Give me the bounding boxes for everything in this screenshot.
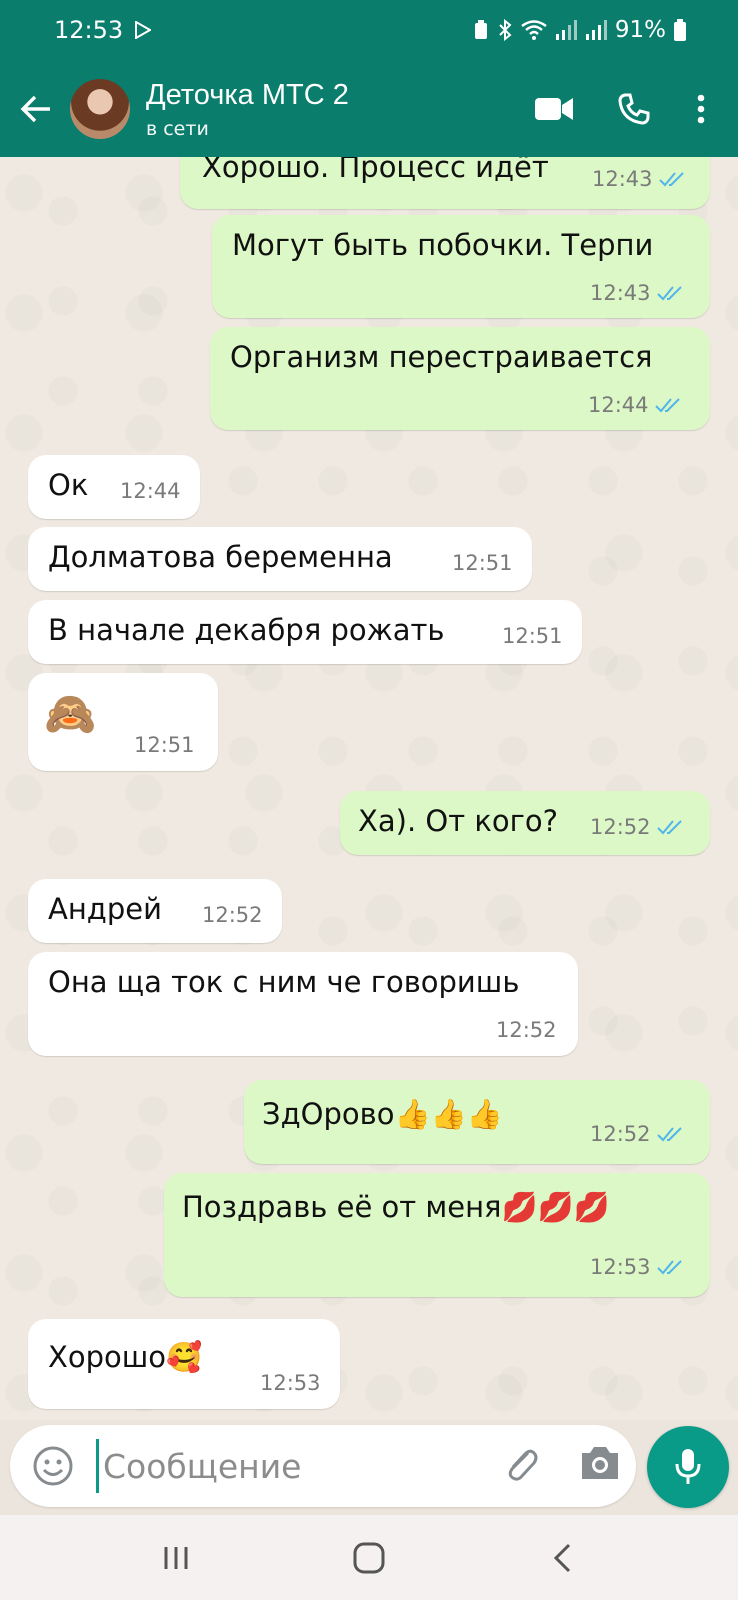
- camera-icon: [582, 1447, 618, 1479]
- phone-icon: [618, 93, 650, 125]
- recent-apps-icon: [164, 1546, 188, 1569]
- camera-button[interactable]: [578, 1443, 624, 1489]
- paperclip-icon: [508, 1449, 538, 1481]
- menu-button[interactable]: [686, 81, 716, 137]
- message-bubble-outgoing[interactable]: ЗдОрово👍👍👍 12:52: [244, 1080, 710, 1164]
- double-check-icon: [658, 170, 689, 188]
- message-bubble-incoming[interactable]: 🙈 12:51: [28, 673, 218, 771]
- more-vertical-icon: [697, 94, 705, 123]
- message-text: Ха). От кого?: [358, 804, 558, 838]
- message-time: 12:44: [588, 393, 685, 417]
- back-nav-button[interactable]: [532, 1528, 592, 1588]
- home-button[interactable]: [339, 1528, 399, 1588]
- double-check-icon: [656, 1125, 687, 1143]
- message-text: Хорошо🥰: [48, 1340, 203, 1374]
- wifi-icon: [521, 20, 547, 40]
- message-text: Она ща ток с ним че говоришь: [48, 965, 520, 999]
- message-input[interactable]: [96, 1439, 476, 1493]
- back-button[interactable]: [6, 79, 66, 139]
- message-bubble-incoming[interactable]: Долматова беременна 12:51: [28, 527, 532, 591]
- double-check-icon: [656, 818, 687, 836]
- message-bubble-outgoing[interactable]: Организм перестраивается 12:44: [210, 327, 710, 430]
- video-call-button[interactable]: [526, 81, 582, 137]
- message-bubble-incoming[interactable]: Она ща ток с ним че говоришь 12:52: [28, 952, 578, 1056]
- bluetooth-icon: [497, 19, 513, 41]
- message-composer: [10, 1425, 636, 1507]
- message-list[interactable]: Хорошо. Процесс идёт 12:43 Могут быть по…: [0, 157, 738, 1420]
- message-bubble-outgoing[interactable]: Могут быть побочки. Терпи 12:43: [212, 215, 710, 318]
- recent-apps-button[interactable]: [146, 1528, 206, 1588]
- message-bubble-outgoing[interactable]: Ха). От кого? 12:52: [340, 791, 710, 855]
- message-time: 12:51: [502, 624, 563, 648]
- message-time: 12:52: [590, 815, 687, 839]
- home-icon: [353, 1542, 385, 1573]
- status-bar: 12:53 91%: [0, 0, 738, 60]
- double-check-icon: [656, 1258, 687, 1276]
- battery-icon: [674, 19, 686, 41]
- message-text: Ок: [48, 468, 89, 502]
- message-text: Могут быть побочки. Терпи: [232, 228, 654, 262]
- system-nav-bar: [0, 1515, 738, 1600]
- message-text: Поздравь её от меня💋💋💋: [182, 1190, 610, 1224]
- message-text: В начале декабря рожать: [48, 613, 445, 647]
- arrow-left-icon: [20, 95, 50, 122]
- battery-level: 91%: [614, 17, 666, 43]
- message-time: 12:53: [590, 1255, 687, 1279]
- microphone-icon: [675, 1449, 701, 1484]
- message-time: 12:43: [590, 281, 687, 305]
- emoji-button[interactable]: [32, 1445, 74, 1487]
- message-time: 12:43: [592, 167, 689, 191]
- smiley-icon: [33, 1446, 73, 1486]
- message-text: Организм перестраивается: [230, 340, 653, 374]
- message-bubble-outgoing[interactable]: Поздравь её от меня💋💋💋 12:53: [164, 1173, 710, 1297]
- message-bubble-incoming[interactable]: Андрей 12:52: [28, 879, 282, 943]
- message-time: 12:52: [590, 1122, 687, 1146]
- message-time: 12:51: [134, 733, 195, 757]
- message-time: 12:53: [260, 1371, 321, 1395]
- double-check-icon: [654, 396, 685, 414]
- emoji-see-no-evil: 🙈: [44, 689, 97, 738]
- signal-icon-1: [555, 20, 577, 40]
- message-text: Хорошо. Процесс идёт: [202, 157, 549, 184]
- status-time: 12:53: [54, 16, 124, 44]
- message-time: 12:52: [202, 903, 263, 927]
- voice-call-button[interactable]: [606, 81, 662, 137]
- chevron-left-icon: [553, 1543, 570, 1572]
- battery-saver-icon: [473, 20, 489, 40]
- voice-record-button[interactable]: [647, 1426, 729, 1508]
- avatar[interactable]: [70, 78, 130, 139]
- message-text: ЗдОрово👍👍👍: [262, 1097, 503, 1131]
- message-bubble-incoming[interactable]: Хорошо🥰 12:53: [28, 1319, 340, 1409]
- signal-icon-2: [585, 20, 607, 40]
- message-time: 12:51: [452, 551, 513, 575]
- message-bubble-incoming[interactable]: В начале декабря рожать 12:51: [28, 600, 582, 664]
- message-text: Долматова беременна: [48, 540, 393, 574]
- contact-name: Деточка МТС 2: [146, 78, 349, 111]
- contact-info[interactable]: Деточка МТС 2 в сети: [146, 78, 526, 140]
- video-camera-icon: [535, 97, 573, 120]
- message-time: 12:52: [496, 1018, 557, 1042]
- message-bubble-incoming[interactable]: Ок 12:44: [28, 455, 200, 519]
- chat-header: Деточка МТС 2 в сети: [0, 60, 738, 157]
- play-store-icon: [135, 21, 152, 39]
- double-check-icon: [656, 284, 687, 302]
- message-bubble-outgoing[interactable]: Хорошо. Процесс идёт 12:43: [180, 157, 710, 209]
- message-text: Андрей: [48, 892, 162, 926]
- contact-status: в сети: [146, 117, 209, 140]
- attach-button[interactable]: [500, 1443, 546, 1489]
- message-time: 12:44: [120, 479, 181, 503]
